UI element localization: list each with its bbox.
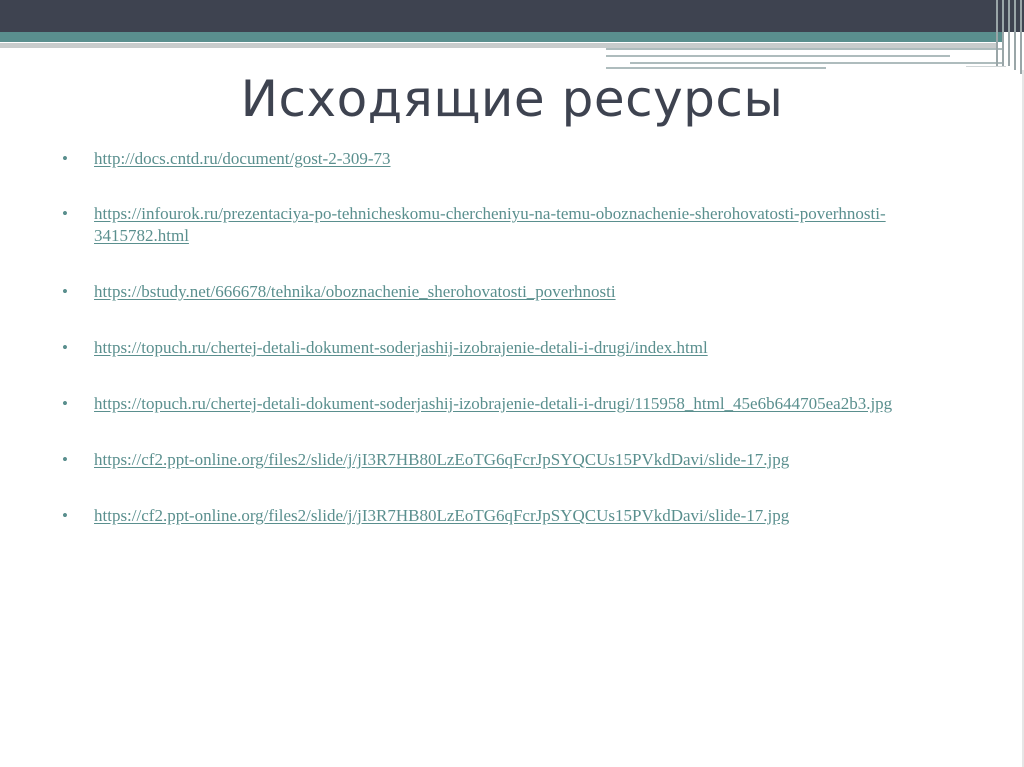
resource-link[interactable]: https://topuch.ru/chertej-detali-dokumen… [94,394,892,413]
bullet: • [62,338,68,357]
list-item: • https://bstudy.net/666678/tehnika/oboz… [62,281,962,303]
list-item: • https://cf2.ppt-online.org/files2/slid… [62,505,962,527]
bullet: • [62,506,68,525]
bullet: • [62,149,68,168]
bullet: • [62,450,68,469]
bullet: • [62,394,68,413]
resource-link[interactable]: https://cf2.ppt-online.org/files2/slide/… [94,450,789,469]
list-item: • https://topuch.ru/chertej-detali-dokum… [62,393,962,415]
decor-vline [1002,0,1004,66]
decor-line [606,48,1004,50]
slide: Исходящие ресурсы • http://docs.cntd.ru/… [0,0,1024,767]
resource-link[interactable]: https://bstudy.net/666678/tehnika/obozna… [94,282,616,301]
top-teal-bar [0,32,1004,42]
list-item: • http://docs.cntd.ru/document/gost-2-30… [62,148,962,170]
list-item: • https://infourok.ru/prezentaciya-po-te… [62,203,962,247]
bullet: • [62,282,68,301]
decor-vline [1014,0,1016,70]
slide-title: Исходящие ресурсы [240,70,784,128]
decor-vline [1008,0,1010,66]
decor-vline [996,0,998,66]
resource-link[interactable]: https://infourok.ru/prezentaciya-po-tehn… [94,204,886,245]
resource-link[interactable]: https://cf2.ppt-online.org/files2/slide/… [94,506,789,525]
list-item: • https://cf2.ppt-online.org/files2/slid… [62,449,962,471]
decor-line [606,55,950,57]
bullet: • [62,204,68,223]
resource-list: • http://docs.cntd.ru/document/gost-2-30… [62,148,962,527]
list-item: • https://topuch.ru/chertej-detali-dokum… [62,337,962,359]
top-dark-bar [0,0,1024,32]
resource-link[interactable]: http://docs.cntd.ru/document/gost-2-309-… [94,149,391,168]
resource-link[interactable]: https://topuch.ru/chertej-detali-dokumen… [94,338,708,357]
